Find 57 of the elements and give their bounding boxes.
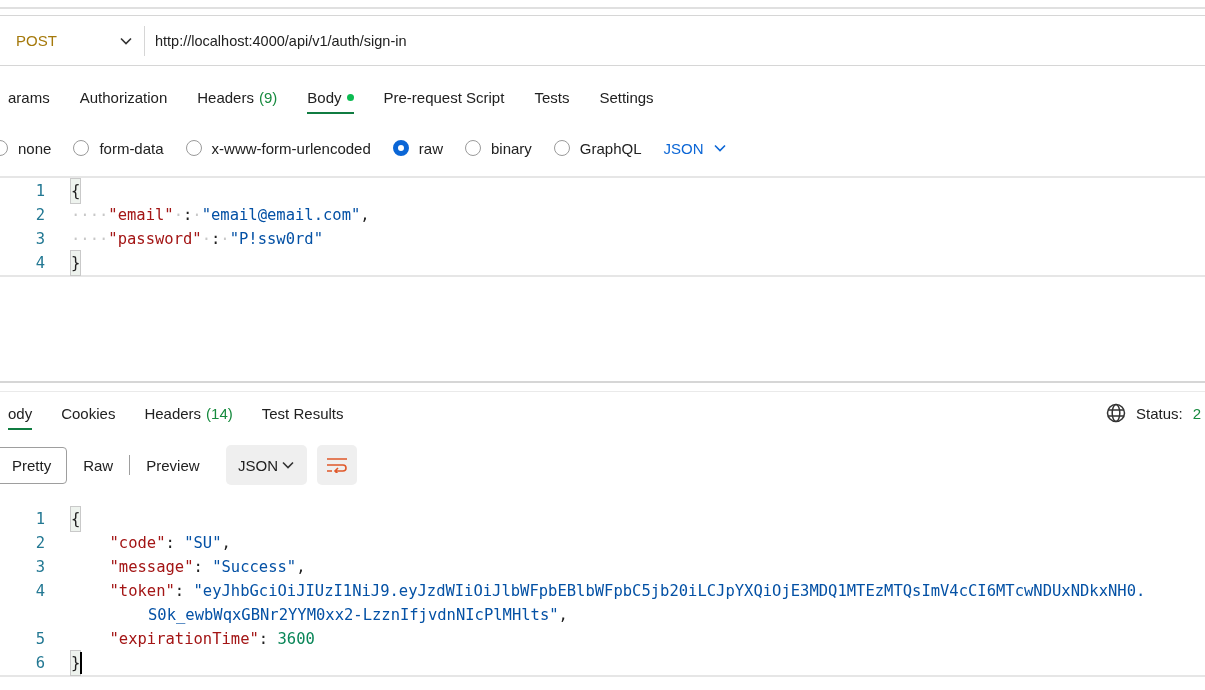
status-code: 2 xyxy=(1192,404,1201,422)
request-tab[interactable]: Headers (9) xyxy=(197,80,278,114)
line-number: 4 xyxy=(34,254,46,272)
view-mode-button[interactable]: Raw xyxy=(67,446,130,484)
tab-count: (14) xyxy=(206,404,233,422)
code-line: "code": "SU", xyxy=(109,533,231,554)
view-mode-button[interactable]: Preview xyxy=(130,446,216,484)
request-tab[interactable]: Body xyxy=(307,80,354,114)
format-dropdown[interactable]: JSON xyxy=(225,445,307,485)
radio-button[interactable] xyxy=(73,140,90,156)
method-dropdown[interactable]: POST xyxy=(0,25,145,56)
request-tab[interactable]: Authorization xyxy=(79,80,168,114)
radio-label[interactable]: x-www-form-urlencoded xyxy=(211,139,371,157)
line-number: 1 xyxy=(34,510,46,528)
radio-label[interactable]: raw xyxy=(418,139,443,157)
radio-button[interactable] xyxy=(553,140,570,156)
request-tab[interactable]: Settings xyxy=(599,80,654,114)
code-line: "expirationTime": 3600 xyxy=(109,629,315,650)
line-number: 2 xyxy=(34,534,46,552)
code-line: ····"password"·:·"P!ssw0rd" xyxy=(71,229,323,250)
radio-label[interactable]: form-data xyxy=(99,139,164,157)
request-tab[interactable]: Pre-request Script xyxy=(383,80,505,114)
line-number: 1 xyxy=(34,182,46,200)
format-dropdown[interactable]: JSON xyxy=(663,139,726,157)
pane-divider[interactable] xyxy=(0,381,1205,392)
code-line: "message": "Success", xyxy=(109,557,306,578)
code-line: "token": "eyJhbGciOiJIUzI1NiJ9.eyJzdWIiOiJlbWFpbEBlbWFpbC5jb20iLCJpYXQiOjE3MDQ1MTEzMTQsImV4cCI6MTcwNDUxNDkxNH0. xyxy=(109,581,1146,602)
radio-label[interactable]: GraphQL xyxy=(579,139,642,157)
radio-label[interactable]: none xyxy=(18,139,52,157)
chevron-down-icon xyxy=(282,461,295,469)
chevron-down-icon xyxy=(713,144,726,152)
view-mode-button[interactable]: Pretty xyxy=(0,446,68,484)
line-number: 3 xyxy=(34,230,46,248)
radio-button[interactable] xyxy=(185,140,202,156)
line-number: 5 xyxy=(34,630,46,648)
request-tab[interactable]: arams xyxy=(8,80,50,114)
line-number: 4 xyxy=(34,582,46,600)
request-tab[interactable]: Tests xyxy=(534,80,570,114)
response-tab[interactable]: ody xyxy=(8,396,33,430)
line-number: 6 xyxy=(34,654,46,672)
url-field[interactable]: http://localhost:4000/api/v1/auth/sign-in xyxy=(155,32,1205,49)
radio-label[interactable]: binary xyxy=(490,139,532,157)
wrap-lines-button[interactable] xyxy=(316,445,357,485)
radio-button[interactable] xyxy=(464,140,481,156)
line-number: 2 xyxy=(34,206,46,224)
wrap-lines-icon xyxy=(325,457,348,473)
code-line: S0k_ewbWqxGBNr2YYM0xx2-LzznIfjvdnNIcPlMHlts", xyxy=(148,605,568,626)
response-tab[interactable]: Test Results xyxy=(261,396,344,430)
globe-icon[interactable] xyxy=(1105,403,1126,423)
code-line: ····"email"·:·"email@email.com", xyxy=(71,205,370,226)
status-label: Status: xyxy=(1135,404,1183,422)
response-tab[interactable]: Cookies xyxy=(61,396,116,430)
line-number: 3 xyxy=(34,558,46,576)
radio-button[interactable] xyxy=(392,140,409,156)
chevron-down-icon xyxy=(120,36,132,45)
tab-count: (9) xyxy=(258,88,278,106)
response-tab[interactable]: Headers (14) xyxy=(144,396,233,430)
